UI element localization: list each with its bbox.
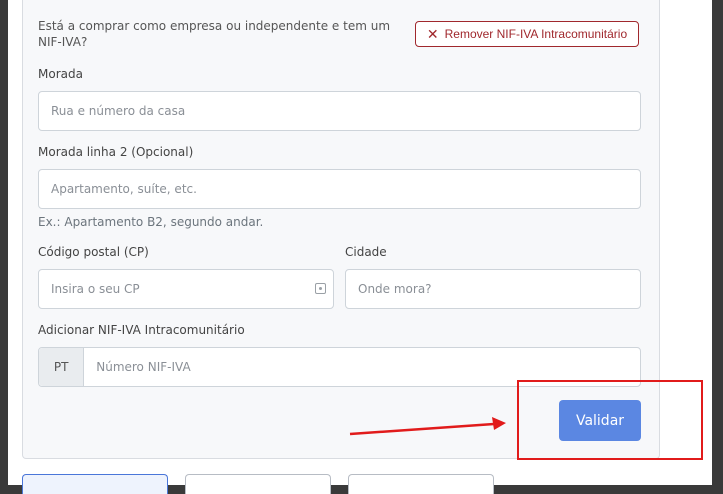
bottom-option-2[interactable] [185,474,331,494]
postal-input[interactable] [39,282,333,296]
annotation-arrow-icon [349,417,506,436]
postal-field[interactable] [38,269,334,309]
address2-label: Morada linha 2 (Opcional) [38,145,194,159]
address2-input[interactable] [39,182,640,196]
address2-hint: Ex.: Apartamento B2, segundo andar. [38,215,264,229]
business-question: Está a comprar como empresa ou independe… [38,19,391,49]
vat-number-input[interactable] [84,360,640,374]
city-field[interactable] [345,269,641,309]
address-label: Morada [38,67,83,81]
remove-vat-button[interactable]: ✕ Remover NIF-IVA Intracomunitário [415,21,639,47]
remove-vat-label: Remover NIF-IVA Intracomunitário [444,27,628,41]
postal-label: Código postal (CP) [38,245,149,259]
address2-field[interactable] [38,169,641,209]
annotation-highlight-box [517,380,703,460]
contact-card-icon[interactable] [315,283,326,294]
bottom-option-3[interactable] [348,474,494,494]
city-label: Cidade [345,245,387,259]
country-prefix: PT [39,348,85,386]
close-icon: ✕ [426,26,439,42]
bottom-option-1[interactable] [22,474,168,494]
address-input[interactable] [39,104,640,118]
address-field[interactable] [38,91,641,131]
city-input[interactable] [346,282,640,296]
vat-label: Adicionar NIF-IVA Intracomunitário [38,323,245,337]
